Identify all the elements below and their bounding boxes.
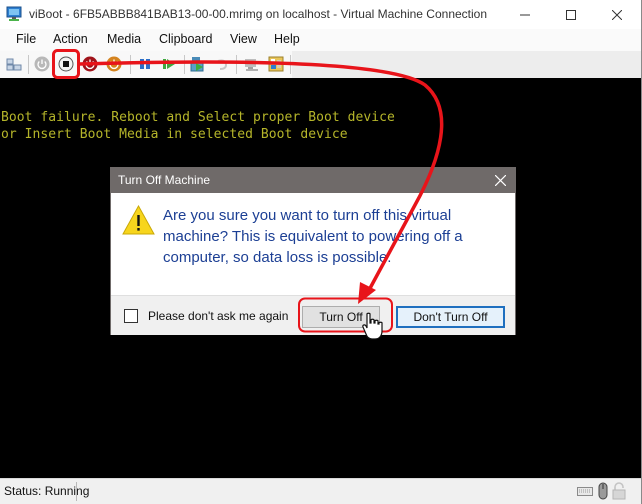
- menu-help[interactable]: Help: [274, 32, 300, 46]
- enhanced-session-icon[interactable]: [244, 56, 260, 72]
- menu-bar: File Action Media Clipboard View Help: [0, 29, 641, 51]
- toolbar: [0, 51, 641, 78]
- menu-media[interactable]: Media: [107, 32, 141, 46]
- checkpoint-icon[interactable]: [190, 56, 206, 72]
- dialog-close-button[interactable]: [491, 171, 509, 189]
- menu-clipboard[interactable]: Clipboard: [159, 32, 213, 46]
- mouse-icon: [598, 482, 608, 500]
- vm-connection-icon: [6, 6, 22, 21]
- save-icon[interactable]: [106, 56, 122, 72]
- ctrl-alt-del-icon[interactable]: [6, 56, 22, 72]
- dialog-body: Are you sure you want to turn off this v…: [111, 193, 515, 295]
- dont-ask-label[interactable]: Please don't ask me again: [148, 309, 288, 323]
- maximize-icon: [566, 9, 576, 20]
- close-icon: [494, 174, 506, 186]
- vm-connection-window: viBoot - 6FB5ABBB841BAB13-00-00.mrimg on…: [0, 0, 642, 504]
- dont-ask-checkbox[interactable]: [124, 309, 138, 323]
- menu-action[interactable]: Action: [53, 32, 88, 46]
- dialog-footer: Please don't ask me again Turn Off Don't…: [111, 295, 515, 335]
- title-bar: viBoot - 6FB5ABBB841BAB13-00-00.mrimg on…: [0, 0, 641, 29]
- start-icon[interactable]: [34, 56, 50, 72]
- turn-off-icon[interactable]: [58, 56, 74, 72]
- close-button[interactable]: [594, 0, 640, 29]
- close-icon: [612, 9, 622, 20]
- window-title: viBoot - 6FB5ABBB841BAB13-00-00.mrimg on…: [29, 7, 488, 21]
- dialog-title: Turn Off Machine: [118, 173, 211, 187]
- status-bar: Status: Running: [0, 478, 641, 504]
- reset-icon[interactable]: [161, 56, 177, 72]
- console-line: or Insert Boot Media in selected Boot de…: [1, 127, 348, 142]
- revert-icon[interactable]: [214, 56, 230, 72]
- turn-off-dialog: Turn Off Machine Are you sure you want t…: [110, 167, 516, 335]
- pause-icon[interactable]: [137, 56, 153, 72]
- share-icon[interactable]: [268, 56, 284, 72]
- warning-icon: [122, 205, 155, 235]
- keyboard-icon: [577, 487, 593, 496]
- dont-turn-off-button[interactable]: Don't Turn Off: [396, 306, 505, 328]
- dialog-title-bar: Turn Off Machine: [111, 168, 515, 193]
- shut-down-icon[interactable]: [82, 56, 98, 72]
- dialog-message: Are you sure you want to turn off this v…: [163, 207, 463, 266]
- minimize-icon: [520, 14, 530, 15]
- menu-file[interactable]: File: [16, 32, 36, 46]
- maximize-button[interactable]: [548, 0, 594, 29]
- console-line: Boot failure. Reboot and Select proper B…: [1, 110, 395, 125]
- lock-icon: [612, 482, 626, 500]
- minimize-button[interactable]: [502, 0, 548, 29]
- menu-view[interactable]: View: [230, 32, 257, 46]
- turn-off-button[interactable]: Turn Off: [302, 306, 380, 328]
